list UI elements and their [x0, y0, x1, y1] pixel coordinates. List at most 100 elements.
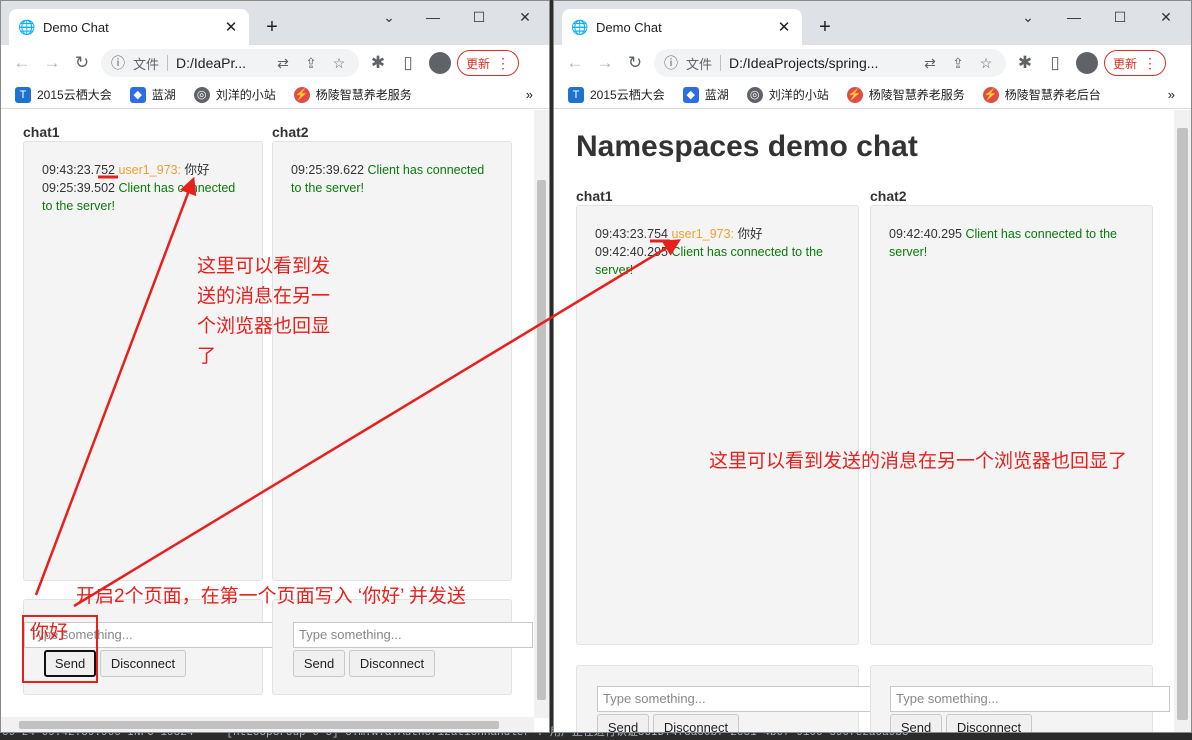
message-time: 09:25:39.502 — [42, 181, 115, 195]
bookmark-label: 杨陵智慧养老后台 — [1004, 88, 1101, 102]
page-content: Namespaces demo chat chat1 chat2 09:43:2… — [554, 110, 1191, 732]
bookmarks-bar: T 2015云栖大会 ◆ 蓝湖 ◎ 刘洋的小站 ⚡ 杨陵智慧养老服务 ⚡ 杨陵智… — [554, 81, 1191, 109]
bookmark-label: 杨陵智慧养老服务 — [868, 88, 965, 102]
share-icon[interactable]: ⇪ — [944, 55, 972, 72]
chat1-disconnect-button[interactable]: Disconnect — [100, 650, 186, 677]
tab-demo-chat[interactable]: 🌐 Demo Chat ✕ — [9, 9, 249, 45]
chat1-label: chat1 — [23, 124, 60, 140]
new-tab-button[interactable]: + — [259, 14, 285, 40]
chat2-message-input[interactable]: Type something... — [293, 622, 533, 648]
translate-icon[interactable]: ⇄ — [916, 55, 944, 72]
minimize-button[interactable]: — — [1054, 5, 1094, 29]
bookmark-label: 蓝湖 — [151, 88, 176, 102]
chat1-disconnect-button[interactable]: Disconnect — [653, 714, 739, 732]
minimize-button[interactable]: — — [413, 5, 453, 29]
new-tab-button[interactable]: + — [812, 14, 838, 40]
info-icon[interactable]: ⓘ — [111, 53, 129, 73]
bookmark-label: 2015云栖大会 — [590, 88, 665, 102]
back-button[interactable]: ← — [560, 48, 590, 78]
collapse-icon[interactable]: ⌄ — [369, 5, 409, 29]
horizontal-scrollbar[interactable] — [1, 717, 534, 732]
more-icon: ⋮ — [1143, 54, 1158, 71]
forward-button[interactable]: → — [37, 48, 67, 78]
bookmark-star-icon[interactable]: ☆ — [972, 55, 1000, 72]
message-text: 你好 — [184, 163, 210, 177]
bookmarks-more-icon[interactable]: » — [526, 87, 533, 102]
annotation-line: 送的消息在另一 — [197, 286, 331, 307]
bookmark-item[interactable]: ◆ 蓝湖 — [682, 86, 729, 103]
translate-icon[interactable]: ⇄ — [269, 55, 297, 72]
bookmark-item[interactable]: ◎ 刘洋的小站 — [193, 86, 276, 103]
chat1-message-input[interactable]: Type something... — [597, 686, 877, 712]
close-tab-icon[interactable]: ✕ — [223, 18, 239, 36]
address-bar[interactable]: ⓘ 文件 D:/IdeaProjects/spring... ⇄ ⇪ ☆ — [654, 49, 1006, 77]
message-text: 你好 — [737, 227, 763, 241]
chat2-send-button[interactable]: Send — [293, 650, 345, 677]
maximize-button[interactable]: ☐ — [459, 5, 499, 29]
profile-avatar[interactable] — [1076, 52, 1098, 74]
bookmark-item[interactable]: T 2015云栖大会 — [15, 86, 112, 103]
annotation-right-note: 这里可以看到发送的消息在另一个浏览器也回显了 — [709, 451, 1128, 472]
profile-avatar[interactable] — [429, 52, 451, 74]
maximize-button[interactable]: ☐ — [1100, 5, 1140, 29]
message-time: 09:42:40.295 — [595, 245, 668, 259]
vertical-scrollbar[interactable] — [534, 110, 549, 718]
address-bar[interactable]: ⓘ 文件 D:/IdeaPr... ⇄ ⇪ ☆ — [101, 49, 359, 77]
bookmark-label: 2015云栖大会 — [37, 88, 112, 102]
update-button[interactable]: 更新 ⋮ — [457, 50, 520, 76]
bookmark-item[interactable]: ◆ 蓝湖 — [129, 86, 176, 103]
message-user: user1_973: — [671, 227, 735, 241]
location-icon: ⚡ — [982, 86, 999, 103]
bookmark-item[interactable]: ⚡ 杨陵智慧养老后台 — [982, 86, 1101, 103]
chat2-disconnect-button[interactable]: Disconnect — [946, 714, 1032, 732]
info-icon[interactable]: ⓘ — [664, 53, 682, 73]
bookmark-label: 刘洋的小站 — [768, 88, 829, 102]
chat1-message-list: 09:43:23.754 user1_973: 你好 09:42:40.295 … — [576, 205, 859, 645]
page-title: Namespaces demo chat — [576, 130, 918, 163]
forward-button[interactable]: → — [590, 48, 620, 78]
bookmark-star-icon[interactable]: ☆ — [325, 55, 353, 72]
bookmark-item[interactable]: ◎ 刘洋的小站 — [746, 86, 829, 103]
annotation-bottom-note: 开启2个页面，在第一个页面写入 ‘你好’ 并发送 — [76, 586, 466, 607]
close-window-button[interactable]: ✕ — [1146, 5, 1186, 29]
bookmarks-more-icon[interactable]: » — [1168, 87, 1175, 102]
browser-toolbar: ← → ↻ ⓘ 文件 D:/IdeaPr... ⇄ ⇪ ☆ ✱ ▯ 更新 ⋮ — [1, 45, 549, 81]
message-time: 09:43:23.754 — [595, 227, 668, 241]
share-icon[interactable]: ⇪ — [297, 55, 325, 72]
chat2-message-input[interactable]: Type something... — [890, 686, 1170, 712]
chat2-disconnect-button[interactable]: Disconnect — [349, 650, 435, 677]
side-panel-icon[interactable]: ▯ — [1040, 48, 1070, 78]
chat2-send-button[interactable]: Send — [890, 714, 942, 732]
vertical-scroll-thumb[interactable] — [537, 180, 546, 700]
browser-toolbar: ← → ↻ ⓘ 文件 D:/IdeaProjects/spring... ⇄ ⇪… — [554, 45, 1191, 81]
address-separator — [167, 55, 169, 71]
bookmark-item[interactable]: T 2015云栖大会 — [568, 86, 665, 103]
tab-demo-chat[interactable]: 🌐 Demo Chat ✕ — [562, 9, 802, 45]
address-url[interactable]: D:/IdeaProjects/spring... — [729, 55, 916, 71]
bookmarks-bar: T 2015云栖大会 ◆ 蓝湖 ◎ 刘洋的小站 ⚡ 杨陵智慧养老服务 » — [1, 81, 549, 109]
chat1-send-button[interactable]: Send — [597, 714, 649, 732]
side-panel-icon[interactable]: ▯ — [393, 48, 423, 78]
reload-button[interactable]: ↻ — [67, 48, 97, 78]
vertical-scroll-thumb[interactable] — [1177, 128, 1188, 720]
lanhu-icon: ◆ — [129, 86, 146, 103]
close-tab-icon[interactable]: ✕ — [776, 18, 792, 36]
chat2-label: chat2 — [272, 124, 309, 140]
update-button[interactable]: 更新 ⋮ — [1104, 50, 1167, 76]
close-window-button[interactable]: ✕ — [505, 5, 545, 29]
extensions-icon[interactable]: ✱ — [1010, 48, 1040, 78]
bookmark-item[interactable]: ⚡ 杨陵智慧养老服务 — [846, 86, 965, 103]
reload-button[interactable]: ↻ — [620, 48, 650, 78]
address-url[interactable]: D:/IdeaPr... — [176, 55, 269, 71]
vertical-scrollbar[interactable] — [1174, 110, 1191, 732]
address-scheme: 文件 — [686, 56, 713, 72]
extensions-icon[interactable]: ✱ — [363, 48, 393, 78]
update-label: 更新 — [466, 56, 491, 71]
bookmark-item[interactable]: ⚡ 杨陵智慧养老服务 — [293, 86, 412, 103]
back-button[interactable]: ← — [7, 48, 37, 78]
tab-title: Demo Chat — [43, 19, 109, 35]
annotation-typed-text: 你好 — [30, 622, 69, 643]
horizontal-scroll-thumb[interactable] — [19, 721, 499, 729]
chat1-form: Type something... Send Disconnect — [576, 665, 877, 732]
collapse-icon[interactable]: ⌄ — [1008, 5, 1048, 29]
